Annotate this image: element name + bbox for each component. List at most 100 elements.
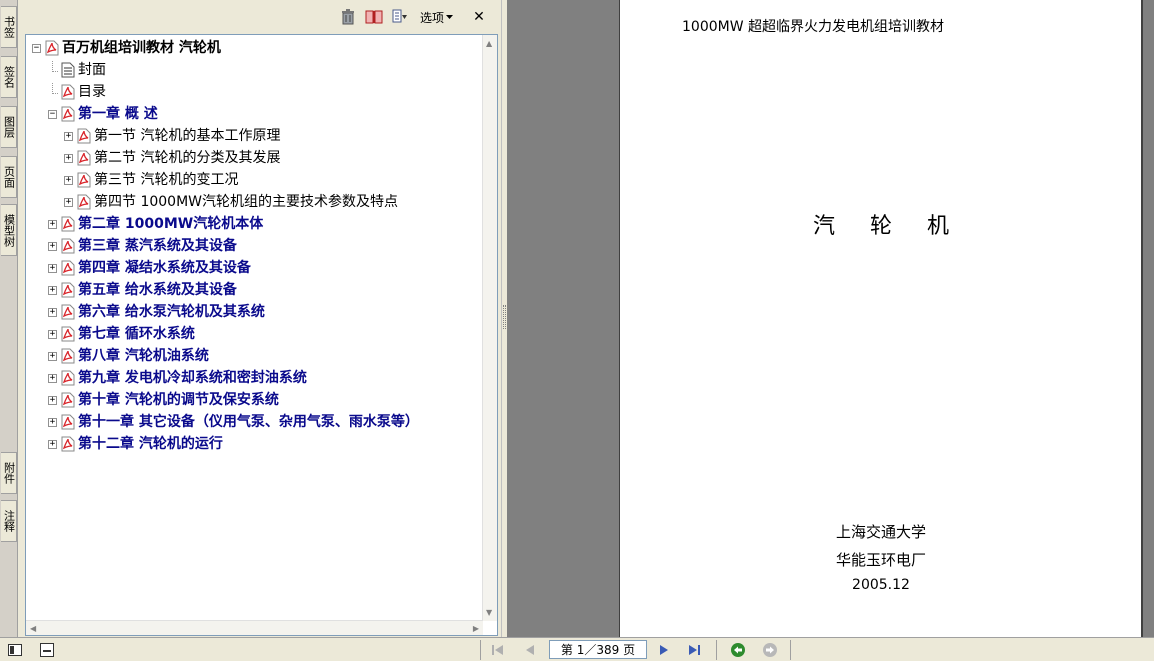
page-title: 汽 轮 机 <box>813 214 963 239</box>
bookmark-item[interactable]: + 第十二章 汽轮机的运行 <box>48 433 223 455</box>
pdf-bookmark-icon <box>61 392 75 408</box>
next-page-icon[interactable] <box>654 641 674 659</box>
close-icon[interactable]: ✕ <box>469 9 489 25</box>
expand-toggle[interactable]: + <box>48 285 57 295</box>
options-menu[interactable]: 选项 <box>416 8 457 26</box>
pdf-bookmark-icon <box>61 414 75 430</box>
bookmark-label: 第三节 汽轮机的变工况 <box>94 172 239 188</box>
publication-date: 2005.12 <box>852 577 910 593</box>
vertical-scrollbar[interactable]: ▲ ▼ <box>482 35 497 621</box>
bookmark-item[interactable]: + 第十一章 其它设备（仪用气泵、杂用气泵、雨水泵等） <box>48 411 419 433</box>
organization-1: 上海交通大学 <box>835 523 926 541</box>
expand-toggle[interactable]: + <box>64 175 73 185</box>
bookmark-item[interactable]: + 第七章 循环水系统 <box>48 323 195 345</box>
scroll-down-icon[interactable]: ▼ <box>486 608 492 617</box>
expand-bookmark-icon[interactable] <box>390 8 410 26</box>
pdf-bookmark-icon <box>61 106 75 122</box>
pdf-bookmark-icon <box>77 128 91 144</box>
expand-toggle[interactable]: + <box>48 329 57 339</box>
side-tab-strip: 书签 签名 图层 页面 模型树 附件 注释 <box>0 0 18 637</box>
pdf-bookmark-icon <box>45 40 59 56</box>
go-forward-icon[interactable] <box>760 641 780 659</box>
tab-layers[interactable]: 图层 <box>1 106 17 148</box>
bookmark-label: 第二节 汽轮机的分类及其发展 <box>94 150 281 166</box>
bookmark-item[interactable]: + 第四节 1000MW汽轮机组的主要技术参数及特点 <box>64 191 398 213</box>
bookmark-item[interactable]: + 第二节 汽轮机的分类及其发展 <box>64 147 280 169</box>
first-page-icon[interactable] <box>488 641 508 659</box>
expand-toggle[interactable]: + <box>48 241 57 251</box>
bookmark-item[interactable]: + 第十章 汽轮机的调节及保安系统 <box>48 389 279 411</box>
pdf-bookmark-icon <box>61 436 75 452</box>
pdf-page: 1000MW 超超临界火力发电机组培训教材 汽 轮 机 上海交通大学 华能玉环电… <box>619 0 1143 637</box>
new-bookmark-icon[interactable] <box>364 8 384 26</box>
pdf-bookmark-icon <box>61 326 75 342</box>
bookmark-item[interactable]: 目录 <box>48 81 106 103</box>
organization-2: 华能玉环电厂 <box>835 551 926 569</box>
bookmark-label: 第四章 凝结水系统及其设备 <box>78 260 251 276</box>
scroll-right-icon[interactable]: ▶ <box>473 624 479 633</box>
bookmark-item[interactable]: − 第一章 概 述 <box>48 103 158 125</box>
bookmark-item[interactable]: + 第三章 蒸汽系统及其设备 <box>48 235 237 257</box>
expand-toggle[interactable]: + <box>48 351 57 361</box>
expand-toggle[interactable]: + <box>48 439 57 449</box>
expand-toggle[interactable]: + <box>48 417 57 427</box>
bookmark-tree: − 百万机组培训教材 汽轮机 封面目录 − 第一章 概 述 + 第一节 汽轮机的基本工作… <box>25 34 498 636</box>
bookmark-root[interactable]: − 百万机组培训教材 汽轮机 <box>32 37 221 59</box>
show-panel-icon[interactable] <box>6 641 24 659</box>
expand-toggle[interactable]: + <box>64 153 73 163</box>
expand-toggle[interactable]: + <box>48 219 57 229</box>
expand-toggle[interactable]: + <box>64 131 73 141</box>
page-number-field[interactable]: 第 1／389 页 <box>549 640 647 659</box>
go-back-icon[interactable] <box>728 641 748 659</box>
bookmark-item[interactable]: + 第八章 汽轮机油系统 <box>48 345 209 367</box>
chevron-down-icon <box>446 14 453 19</box>
pdf-bookmark-icon <box>77 150 91 166</box>
bookmark-label: 第二章 1000MW汽轮机本体 <box>78 216 264 232</box>
bookmark-item[interactable]: + 第五章 给水系统及其设备 <box>48 279 237 301</box>
panel-splitter[interactable] <box>501 0 508 637</box>
bookmark-item[interactable]: + 第九章 发电机冷却系统和密封油系统 <box>48 367 307 389</box>
trash-icon[interactable] <box>338 8 358 26</box>
scroll-up-icon[interactable]: ▲ <box>486 39 492 48</box>
document-view[interactable]: 1000MW 超超临界火力发电机组培训教材 汽 轮 机 上海交通大学 华能玉环电… <box>508 0 1154 637</box>
pdf-bookmark-icon <box>61 216 75 232</box>
expand-toggle[interactable]: + <box>48 395 57 405</box>
bookmark-label: 第十一章 其它设备（仪用气泵、杂用气泵、雨水泵等） <box>78 414 419 430</box>
previous-page-icon[interactable] <box>520 641 540 659</box>
bookmark-item[interactable]: + 第四章 凝结水系统及其设备 <box>48 257 251 279</box>
expand-toggle[interactable]: + <box>48 373 57 383</box>
tree-connector <box>52 82 58 94</box>
scroll-left-icon[interactable]: ◀ <box>30 624 36 633</box>
expand-toggle[interactable]: + <box>48 307 57 317</box>
page-view-icon[interactable] <box>38 641 56 659</box>
bookmark-label: 第八章 汽轮机油系统 <box>78 348 209 364</box>
collapse-toggle[interactable]: − <box>32 43 41 53</box>
tab-bookmarks[interactable]: 书签 <box>1 6 17 48</box>
bookmarks-panel: 选项 ✕ − 百万机组培训教材 汽轮机 封面目录 − 第一章 概 述 + 第一节 汽轮机… <box>19 0 501 637</box>
bookmark-label: 第九章 发电机冷却系统和密封油系统 <box>78 370 307 386</box>
options-label: 选项 <box>419 10 444 25</box>
tree-connector <box>52 60 58 72</box>
bookmark-item[interactable]: 封面 <box>48 59 106 81</box>
tab-model-tree[interactable]: 模型树 <box>1 204 17 256</box>
status-bar: 第 1／389 页 <box>0 637 1154 661</box>
splitter-grip[interactable] <box>503 305 506 329</box>
tab-pages[interactable]: 页面 <box>1 156 17 198</box>
page-bookmark-icon <box>61 62 75 78</box>
bookmark-item[interactable]: + 第二章 1000MW汽轮机本体 <box>48 213 263 235</box>
bookmark-label: 目录 <box>78 84 106 100</box>
bookmark-item[interactable]: + 第六章 给水泵汽轮机及其系统 <box>48 301 265 323</box>
bookmark-item[interactable]: + 第一节 汽轮机的基本工作原理 <box>64 125 280 147</box>
bookmark-label: 第七章 循环水系统 <box>78 326 195 342</box>
last-page-icon[interactable] <box>684 641 704 659</box>
pdf-bookmark-icon <box>77 194 91 210</box>
tab-attachments[interactable]: 附件 <box>1 452 17 494</box>
bookmark-label: 第六章 给水泵汽轮机及其系统 <box>78 304 265 320</box>
collapse-toggle[interactable]: − <box>48 109 57 119</box>
tab-comments[interactable]: 注释 <box>1 500 17 542</box>
expand-toggle[interactable]: + <box>64 197 73 207</box>
expand-toggle[interactable]: + <box>48 263 57 273</box>
bookmark-item[interactable]: + 第三节 汽轮机的变工况 <box>64 169 238 191</box>
horizontal-scrollbar[interactable]: ◀ ▶ <box>26 620 483 635</box>
tab-signatures[interactable]: 签名 <box>1 56 17 98</box>
